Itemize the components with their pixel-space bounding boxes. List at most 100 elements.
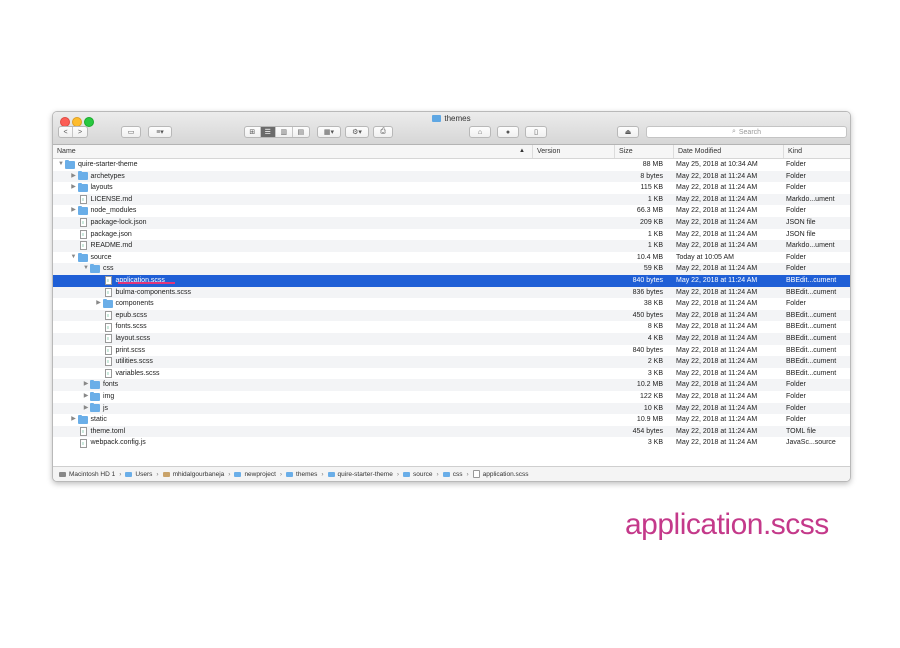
disclosure-expanded-icon[interactable]: ▼ [70,252,78,264]
row-kind: BBEdit...cument [786,358,837,366]
forward-button[interactable]: > [73,127,87,137]
disclosure-collapsed-icon[interactable]: ▶ [82,391,90,403]
folder-row[interactable]: ▶ node_modules 66.3 MB May 22, 2018 at 11:2… [53,205,850,217]
folder-icon [327,471,335,477]
file-row[interactable]: ≡ variables.scss 3 KB May 22, 2018 at 11:24… [53,368,850,380]
folder-row[interactable]: ▶ layouts 115 KB May 22, 2018 at 11:24 AM Fo… [53,182,850,194]
action-menu-button[interactable]: ⚙▾ [345,126,369,138]
row-size: 840 bytes [632,346,663,354]
folder-row[interactable]: ▶ img 122 KB May 22, 2018 at 11:24 AM Folder [53,391,850,403]
row-name-cell: ≡ epub.scss [95,310,147,322]
version-header-label: Version [537,148,561,155]
folder-row[interactable]: ▶ fonts 10.2 MB May 22, 2018 at 11:24 AM Fol… [53,379,850,391]
selection-underline-annotation [118,282,175,284]
file-row[interactable]: ≡ package-lock.json 209 KB May 22, 2018 at … [53,217,850,229]
row-kind: Folder [786,416,806,424]
columns-icon: ▥ [280,129,288,136]
trash-button[interactable]: ▯ [525,126,547,138]
search-field[interactable]: ⌕ Search [646,126,847,138]
group-menu-button[interactable]: ▦▾ [317,126,341,138]
disclosure-collapsed-icon[interactable]: ▶ [70,182,78,194]
folder-icon [234,471,242,477]
row-name-cell: ≡ bulma-components.scss [95,287,191,299]
disclosure-collapsed-icon[interactable]: ▶ [70,171,78,183]
path-bar-item[interactable]: Users [125,471,152,478]
folder-row[interactable]: ▶ js 10 KB May 22, 2018 at 11:24 AM Folder [53,402,850,415]
path-bar-item[interactable]: source [403,471,433,478]
back-button[interactable]: < [59,127,74,137]
path-bar-item[interactable]: css [442,470,463,478]
row-name-label: package-lock.json [90,219,147,226]
file-row[interactable]: ≡ LICENSE.md 1 KB May 22, 2018 at 11:24 AM M… [53,193,850,206]
row-name-cell: ▶ node_modules [70,205,136,217]
folder-row[interactable]: ▶ archetypes 8 bytes May 22, 2018 at 11:24 … [53,170,850,183]
info-icon: ● [505,128,511,136]
disclosure-collapsed-icon[interactable]: ▶ [82,403,90,415]
size-column-header[interactable]: Size [614,145,670,158]
path-bar-item[interactable]: themes [286,471,317,478]
folder-row[interactable]: ▼ css 59 KB May 22, 2018 at 11:24 AM Folder [53,263,850,275]
disclosure-collapsed-icon[interactable]: ▶ [95,298,103,310]
icon-view-button[interactable]: ⊞ [245,127,261,137]
folder-row[interactable]: ▼ source 10.4 MB Today at 10:05 AM Folder [53,252,850,264]
disclosure-collapsed-icon[interactable]: ▶ [70,205,78,217]
arrange-menu-button[interactable]: ≡▾ [148,126,172,138]
file-row[interactable]: ≡ layout.scss 4 KB May 22, 2018 at 11:24 AM… [53,333,850,345]
gallery-view-button[interactable]: ▤ [293,127,309,137]
disclosure-expanded-icon[interactable]: ▼ [57,159,65,171]
file-row[interactable]: ≡ theme.toml 454 bytes May 22, 2018 at 11:2… [53,425,850,438]
row-name-label: quire-starter-theme [78,161,138,168]
tag-button[interactable]: ⌂ [469,126,491,138]
row-size: 1 KB [647,195,663,203]
row-name-cell: ▼ quire-starter-theme [57,159,138,171]
path-bar-label: newproject [244,470,276,478]
path-bar-label: themes [296,470,318,478]
hard-drive-icon [59,471,66,477]
folder-icon [77,252,88,262]
folder-row[interactable]: ▶ components 38 KB May 22, 2018 at 11:24 AM… [53,298,850,310]
file-row[interactable]: ≡ application.scss 840 bytes May 22, 2018 a… [53,275,850,287]
row-date: May 22, 2018 at 11:24 AM [676,230,758,238]
version-column-header[interactable]: Version [532,145,612,158]
folder-row[interactable]: ▶ static 10.9 MB May 22, 2018 at 11:24 AM Fo… [53,414,850,426]
list-view-button[interactable]: ☰ [260,127,277,137]
row-name-label: fonts [103,381,119,389]
row-date: May 22, 2018 at 11:24 AM [676,393,758,400]
path-bar-item[interactable]: application.scss [472,470,529,478]
column-view-button[interactable]: ▥ [276,127,293,137]
path-bar-item[interactable]: newproject [234,470,276,478]
folder-row[interactable]: ▼ quire-starter-theme 88 MB May 25, 2018 at… [53,159,850,171]
kind-column-header[interactable]: Kind [783,145,850,158]
document-icon [472,470,480,478]
file-row[interactable]: ≡ epub.scss 450 bytes May 22, 2018 at 11:24… [53,309,850,322]
share-button[interactable]: ⎙ [373,126,393,138]
date-column-header[interactable]: Date Modified [673,145,781,158]
row-date: May 22, 2018 at 11:24 AM [676,323,758,331]
row-date: May 22, 2018 at 11:24 AM [676,242,758,250]
file-row[interactable]: ≡ README.md 1 KB May 22, 2018 at 11:24 AM Ma… [53,240,850,252]
disclosure-expanded-icon[interactable]: ▼ [82,263,90,275]
path-bar-label: css [452,470,463,478]
path-bar-item[interactable]: Macintosh HD 1 [59,471,115,478]
row-size: 450 bytes [632,311,663,319]
disclosure-collapsed-icon[interactable]: ▶ [70,414,78,426]
file-row[interactable]: ≡ print.scss 840 bytes May 22, 2018 at 11:2… [53,345,850,357]
path-bar-item[interactable]: quire-starter-theme [327,471,393,478]
grid-icon: ⊞ [249,129,256,136]
get-info-button[interactable]: ● [497,126,519,138]
row-kind: BBEdit...cument [786,288,837,296]
file-row[interactable]: ≡ package.json 1 KB May 22, 2018 at 11:24 A… [53,229,850,241]
row-kind: BBEdit...cument [786,277,837,284]
name-column-header[interactable]: Name ▲ [53,145,529,158]
new-folder-button[interactable]: ▭ [121,126,141,138]
folder-icon [65,159,75,169]
file-row[interactable]: ≡ webpack.config.js 3 KB May 22, 2018 at 11… [53,437,850,449]
disclosure-collapsed-icon[interactable]: ▶ [82,379,90,391]
file-row[interactable]: ≡ utilities.scss 2 KB May 22, 2018 at 11:24… [53,356,850,368]
row-date: May 22, 2018 at 11:24 AM [676,346,758,354]
path-bar-item[interactable]: mhidalgourbaneja [162,471,224,478]
chevron-right-icon: › [436,470,439,478]
file-row[interactable]: ≡ bulma-components.scss 836 bytes May 22, 2… [53,286,850,299]
eject-button[interactable]: ⏏ [617,126,639,138]
file-row[interactable]: ≡ fonts.scss 8 KB May 22, 2018 at 11:24 AM B… [53,321,850,333]
